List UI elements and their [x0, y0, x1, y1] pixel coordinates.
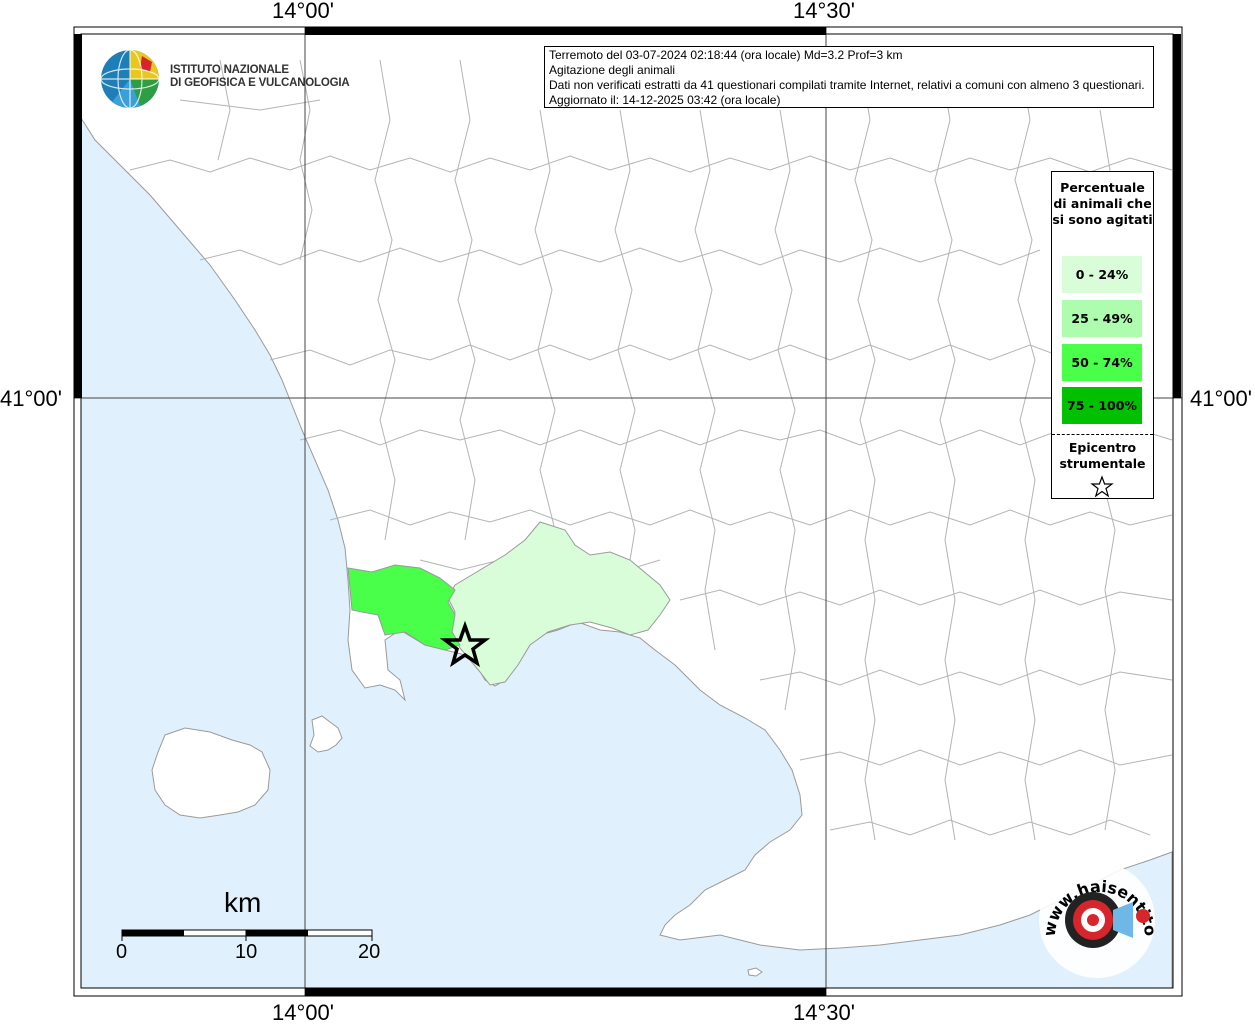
legend-class-75-100: 75 - 100% — [1062, 387, 1142, 424]
map-subject: Agitazione degli animali — [549, 63, 676, 77]
scale-unit: km — [224, 887, 262, 918]
scale-bar: km 0 10 20 — [110, 885, 400, 975]
legend-class-25-49: 25 - 49% — [1062, 300, 1142, 337]
ingv-name-line2: DI GEOFISICA E VULCANOLOGIA — [170, 77, 350, 89]
data-disclaimer: Dati non verificati estratti da 41 quest… — [549, 78, 1145, 92]
scale-tick-10: 10 — [235, 941, 258, 963]
left-lat-label: 41°00' — [0, 386, 62, 411]
top-lon-label-1: 14°00' — [272, 0, 334, 23]
bottom-lon-label-2: 14°30' — [793, 1000, 855, 1025]
legend-separator — [1052, 434, 1153, 435]
bottom-lon-label-1: 14°00' — [272, 1000, 334, 1025]
legend-epicenter-star-icon — [1090, 475, 1114, 498]
haisentito-logo-icon: www.haisentitoilterremoto.it — [1035, 842, 1160, 978]
event-info-box: Terremoto del 03-07-2024 02:18:44 (ora l… — [544, 46, 1154, 108]
update-timestamp: Aggiornato il: 14-12-2025 03:42 (ora loc… — [549, 93, 781, 107]
legend: Percentuale di animali che si sono agita… — [1051, 171, 1154, 499]
ingv-name-line1: ISTITUTO NAZIONALE — [170, 64, 289, 76]
scale-tick-0: 0 — [116, 941, 128, 963]
ingv-logo-icon — [100, 49, 160, 109]
ingv-name: ISTITUTO NAZIONALE DI GEOFISICA E VULCAN… — [170, 64, 350, 90]
legend-class-50-74: 50 - 74% — [1062, 344, 1142, 381]
legend-title: Percentuale di animali che si sono agita… — [1052, 180, 1153, 227]
right-lat-label: 41°00' — [1190, 386, 1252, 411]
top-lon-label-2: 14°30' — [793, 0, 855, 23]
event-description: Terremoto del 03-07-2024 02:18:44 (ora l… — [549, 48, 903, 62]
scale-tick-20: 20 — [358, 941, 381, 963]
legend-epicenter-label: Epicentro strumentale — [1059, 440, 1146, 471]
legend-class-0-24: 0 - 24% — [1062, 256, 1142, 293]
